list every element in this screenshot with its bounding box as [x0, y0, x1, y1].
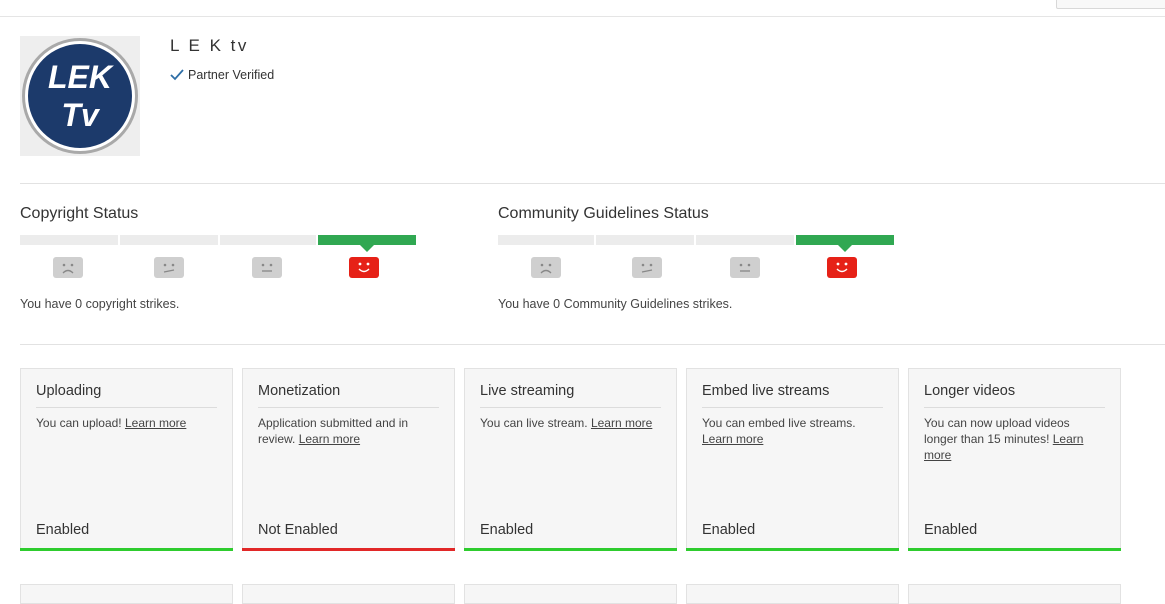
status-bar: [242, 548, 455, 551]
community-status-title: Community Guidelines Status: [498, 205, 709, 222]
card-divider: [36, 407, 217, 408]
card-status: Not Enabled: [258, 522, 338, 538]
copyright-status-track: [20, 235, 416, 252]
card-title: Uploading: [36, 383, 102, 399]
card-title: Monetization: [258, 383, 341, 399]
status-bar: [464, 548, 677, 551]
learn-more-link[interactable]: Learn more: [299, 432, 360, 446]
status-bar: [20, 548, 233, 551]
card-status: Enabled: [924, 522, 978, 538]
status-bar: [686, 548, 899, 551]
copyright-level-1: [20, 235, 118, 245]
partner-verified-label: Partner Verified: [188, 68, 275, 82]
card-title: Live streaming: [480, 383, 575, 399]
community-level-1: [498, 235, 594, 245]
meh-face-icon: [632, 257, 662, 278]
learn-more-link[interactable]: Learn more: [702, 432, 763, 446]
status-bar: [908, 548, 1121, 551]
meh-face-icon: [154, 257, 184, 278]
copyright-level-4: [318, 235, 416, 252]
card-description: You can live stream. Learn more: [480, 415, 662, 431]
card-status: Enabled: [480, 522, 534, 538]
community-level-3: [696, 235, 794, 245]
divider: [20, 344, 1165, 345]
channel-avatar[interactable]: LEK Tv: [20, 36, 140, 156]
feature-card-partial: [686, 584, 899, 604]
learn-more-link[interactable]: Learn more: [591, 416, 652, 430]
card-desc-text: You can live stream.: [480, 416, 591, 430]
frown-face-icon: [531, 257, 561, 278]
neutral-face-icon: [730, 257, 760, 278]
copyright-level-2: [120, 235, 218, 245]
channel-name: L E K tv: [170, 36, 249, 55]
card-description: You can upload! Learn more: [36, 415, 218, 431]
feature-card-partial: [242, 584, 455, 604]
checkmark-icon: [170, 69, 184, 81]
neutral-face-icon: [252, 257, 282, 278]
logo-text-1: LEK: [48, 59, 115, 95]
feature-card-uploading: Uploading You can upload! Learn more Ena…: [20, 368, 233, 551]
learn-more-link[interactable]: Learn more: [125, 416, 186, 430]
card-description: Application submitted and in review. Lea…: [258, 415, 440, 447]
frown-face-icon: [53, 257, 83, 278]
feature-card-longer-videos: Longer videos You can now upload videos …: [908, 368, 1121, 551]
community-strikes-text: You have 0 Community Guidelines strikes.: [498, 297, 733, 311]
feature-card-partial: [464, 584, 677, 604]
card-divider: [480, 407, 661, 408]
top-right-button[interactable]: [1056, 0, 1165, 9]
divider: [20, 183, 1165, 184]
copyright-status-title: Copyright Status: [20, 205, 139, 222]
feature-card-partial: [908, 584, 1121, 604]
lek-tv-logo: LEK Tv: [22, 38, 138, 154]
card-divider: [258, 407, 439, 408]
card-desc-text: You can upload!: [36, 416, 125, 430]
card-divider: [702, 407, 883, 408]
feature-card-embed-live-streams: Embed live streams You can embed live st…: [686, 368, 899, 551]
community-status-track: [498, 235, 894, 252]
card-description: You can now upload videos longer than 15…: [924, 415, 1106, 463]
card-divider: [924, 407, 1105, 408]
card-status: Enabled: [36, 522, 90, 538]
card-title: Longer videos: [924, 383, 1016, 399]
community-level-4: [796, 235, 894, 252]
copyright-level-3: [220, 235, 316, 245]
card-description: You can embed live streams. Learn more: [702, 415, 884, 447]
partner-verified: Partner Verified: [170, 68, 274, 82]
card-desc-text: You can now upload videos longer than 15…: [924, 416, 1070, 446]
logo-text-2: Tv: [61, 97, 101, 133]
card-title: Embed live streams: [702, 383, 830, 399]
happy-face-icon: [827, 257, 857, 278]
feature-card-live-streaming: Live streaming You can live stream. Lear…: [464, 368, 677, 551]
card-status: Enabled: [702, 522, 756, 538]
top-bar: [0, 0, 1165, 17]
happy-face-icon: [349, 257, 379, 278]
community-level-2: [596, 235, 694, 245]
feature-card-monetization: Monetization Application submitted and i…: [242, 368, 455, 551]
feature-card-partial: [20, 584, 233, 604]
card-desc-text: You can embed live streams.: [702, 416, 856, 430]
copyright-strikes-text: You have 0 copyright strikes.: [20, 297, 180, 311]
